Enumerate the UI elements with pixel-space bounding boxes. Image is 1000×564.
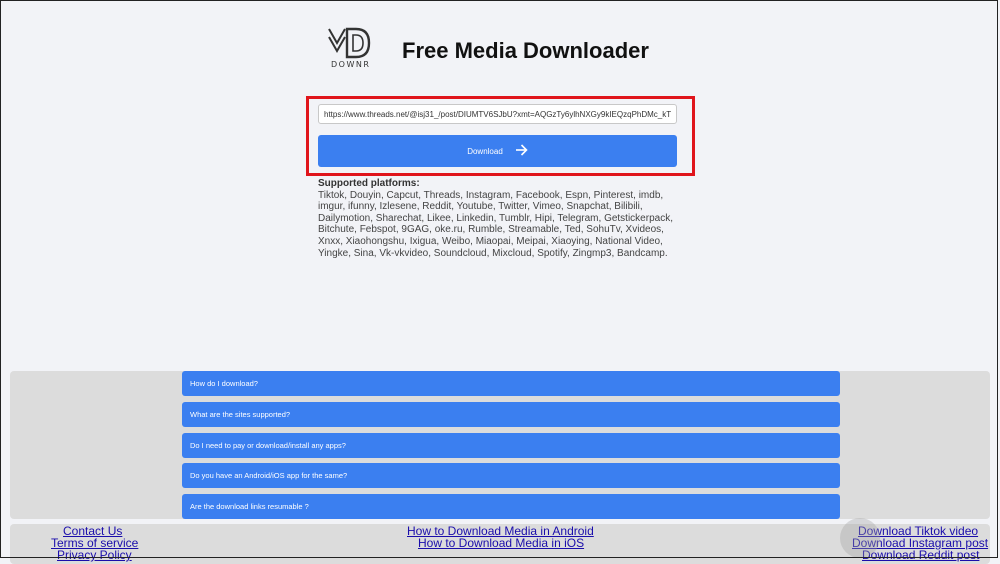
platforms-line: Xnxx, Xiaohongshu, Ixigua, Weibo, Miaopa… xyxy=(318,235,663,247)
watermark-icon xyxy=(840,518,880,558)
logo-text: DOWNR xyxy=(331,60,371,69)
download-button-label: Download xyxy=(467,146,503,156)
faq-item-supported-sites[interactable]: What are the sites supported? xyxy=(182,402,840,427)
supported-platforms: Supported platforms: Tiktok, Douyin, Cap… xyxy=(318,178,698,259)
platforms-line: Tiktok, Douyin, Capcut, Threads, Instagr… xyxy=(318,189,664,201)
download-button[interactable]: Download xyxy=(318,135,677,167)
platforms-heading: Supported platforms: xyxy=(318,178,420,189)
platforms-line: Dailymotion, Sharechat, Likee, Linkedin,… xyxy=(318,212,673,224)
platforms-line: Yingke, Sina, Vk-vkvideo, Soundcloud, Mi… xyxy=(318,247,668,259)
arrow-right-icon xyxy=(515,144,528,158)
vd-logo-icon[interactable]: DOWNR xyxy=(326,26,376,72)
faq-item-mobile-app[interactable]: Do you have an Android/iOS app for the s… xyxy=(182,463,840,488)
faq-item-payment[interactable]: Do I need to pay or download/install any… xyxy=(182,433,840,458)
faq-item-resumable-links[interactable]: Are the download links resumable ? xyxy=(182,494,840,519)
faq-item-how-to-download[interactable]: How do I download? xyxy=(182,371,840,396)
platforms-line: Bitchute, Febspot, 9GAG, oke.ru, Rumble,… xyxy=(318,224,664,236)
site-header: DOWNR Free Media Downloader xyxy=(326,26,656,76)
url-input[interactable] xyxy=(318,104,677,124)
platforms-line: imgur, ifunny, Izlesene, Reddit, Youtube… xyxy=(318,201,643,213)
ios-guide-link[interactable]: How to Download Media in iOS xyxy=(418,536,584,550)
page-title: Free Media Downloader xyxy=(402,38,649,63)
